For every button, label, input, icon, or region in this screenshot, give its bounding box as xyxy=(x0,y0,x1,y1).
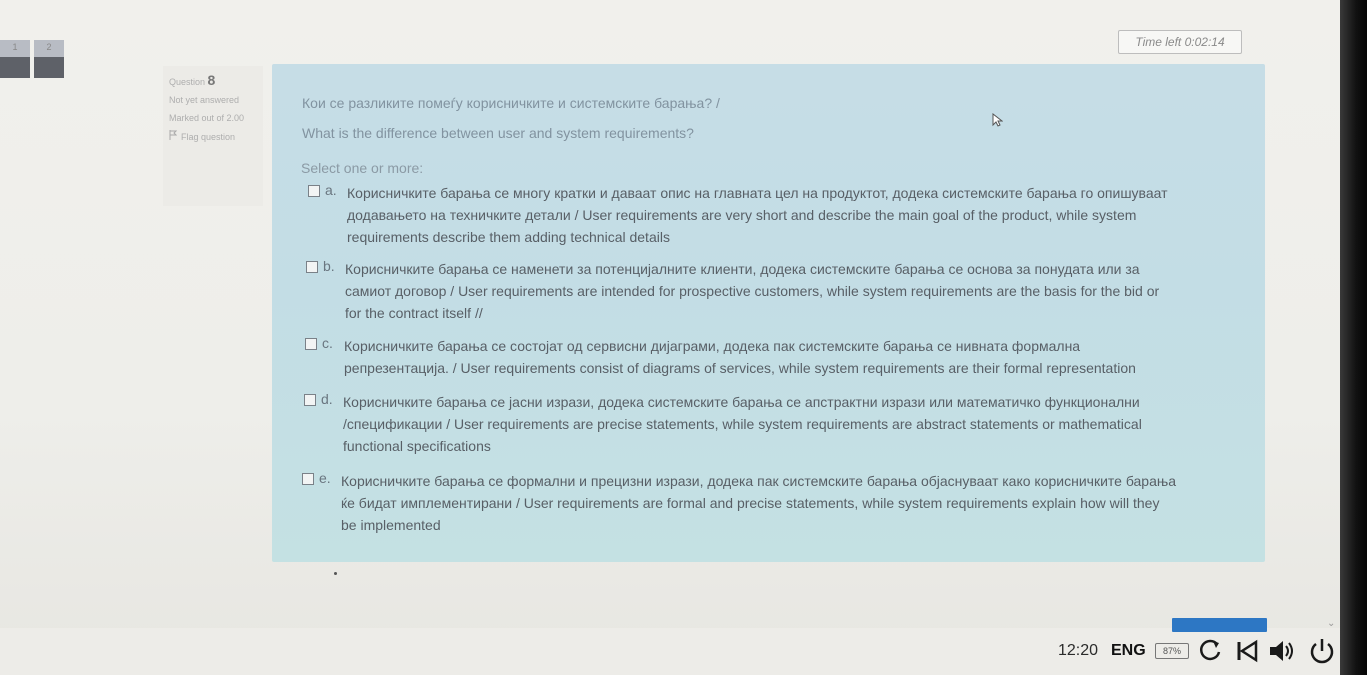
option-line: самиот договор / User requirements are i… xyxy=(345,283,1160,299)
option-letter: c. xyxy=(322,335,333,351)
nav-tile-2[interactable]: 2 xyxy=(34,40,64,78)
option-line: /спецификации / User requirements are pr… xyxy=(343,416,1142,432)
option-text: Корисничките барања се состојат од серви… xyxy=(344,335,1136,379)
option-letter: e. xyxy=(319,470,331,486)
option-line: Корисничките барања се многу кратки и да… xyxy=(347,185,1168,201)
option-letter: a. xyxy=(325,182,337,198)
cursor-icon xyxy=(992,113,1003,127)
option-line: Корисничките барања се јасни изрази, дод… xyxy=(343,394,1140,410)
battery-indicator: 87% xyxy=(1155,643,1189,659)
select-prompt: Select one or more: xyxy=(301,160,424,176)
nav-tile-label: 1 xyxy=(12,42,18,52)
option-letter: b. xyxy=(323,258,335,274)
option-checkbox[interactable] xyxy=(305,338,317,350)
stray-pixel xyxy=(334,572,337,575)
option-checkbox[interactable] xyxy=(308,185,320,197)
question-prefix: Question xyxy=(169,77,206,87)
option-line: for the contract itself // xyxy=(345,305,483,321)
horizontal-scrollbar[interactable] xyxy=(1172,618,1267,632)
option-c[interactable]: c. Корисничките барања се состојат од се… xyxy=(305,335,1136,379)
option-checkbox[interactable] xyxy=(302,473,314,485)
option-line: репрезентација. / User requirements cons… xyxy=(344,360,1136,376)
question-marks: Marked out of 2.00 xyxy=(169,113,245,123)
option-b[interactable]: b. Корисничките барања се наменети за по… xyxy=(306,258,1159,324)
option-text: Корисничките барања се наменети за потен… xyxy=(345,258,1159,324)
nav-tile-label: 2 xyxy=(46,42,52,52)
volume-icon[interactable] xyxy=(1266,636,1296,666)
option-line: додавањето на техничките детали / User r… xyxy=(347,207,1137,223)
question-status: Not yet answered xyxy=(169,95,240,105)
option-line: functional specifications xyxy=(343,438,491,454)
monitor-bezel xyxy=(1340,0,1367,675)
option-e[interactable]: e. Корисничките барања се формални и пре… xyxy=(302,470,1176,536)
flag-question[interactable]: Flag question xyxy=(169,130,263,143)
option-d[interactable]: d. Корисничките барања се јасни изрази, … xyxy=(304,391,1142,457)
power-icon[interactable] xyxy=(1307,636,1337,666)
option-letter: d. xyxy=(321,391,333,407)
option-line: Корисничките барања се состојат од серви… xyxy=(344,338,1081,354)
question-info: Question 8 Not yet answered Marked out o… xyxy=(163,66,263,206)
option-a[interactable]: a. Корисничките барања се многу кратки и… xyxy=(308,182,1168,248)
nav-tile-1[interactable]: 1 xyxy=(0,40,30,78)
option-line: Корисничките барања се формални и прециз… xyxy=(341,473,1177,489)
question-number: 8 xyxy=(207,72,216,88)
flag-icon xyxy=(169,130,178,143)
time-left: Time left 0:02:14 xyxy=(1118,30,1242,54)
question-text: Кои се разликите помеѓу корисничките и с… xyxy=(302,88,720,148)
option-text: Корисничките барања се многу кратки и да… xyxy=(347,182,1168,248)
question-text-mk: Кои се разликите помеѓу корисничките и с… xyxy=(302,95,720,111)
question-content: Кои се разликите помеѓу корисничките и с… xyxy=(272,64,1265,562)
language-indicator[interactable]: ENG xyxy=(1111,642,1146,660)
option-line: requirements describe them adding techni… xyxy=(347,229,670,245)
option-text: Корисничките барања се формални и прециз… xyxy=(341,470,1176,536)
option-line: ќе бидат имплементирани / User requireme… xyxy=(341,495,1160,511)
question-text-en: What is the difference between user and … xyxy=(302,125,694,141)
option-line: Корисничките барања се наменети за потен… xyxy=(345,261,1140,277)
taskbar-clock: 12:20 xyxy=(1058,642,1099,659)
refresh-icon[interactable] xyxy=(1195,636,1225,666)
option-checkbox[interactable] xyxy=(304,394,316,406)
option-text: Корисничките барања се јасни изрази, дод… xyxy=(343,391,1142,457)
option-checkbox[interactable] xyxy=(306,261,318,273)
option-line: be implemented xyxy=(341,517,441,533)
screen: 1 2 Time left 0:02:14 Question 8 Not yet… xyxy=(0,0,1340,675)
back-icon[interactable] xyxy=(1232,636,1262,666)
flag-question-label: Flag question xyxy=(181,131,236,142)
chevron-down-icon[interactable]: ⌄ xyxy=(1327,618,1335,629)
